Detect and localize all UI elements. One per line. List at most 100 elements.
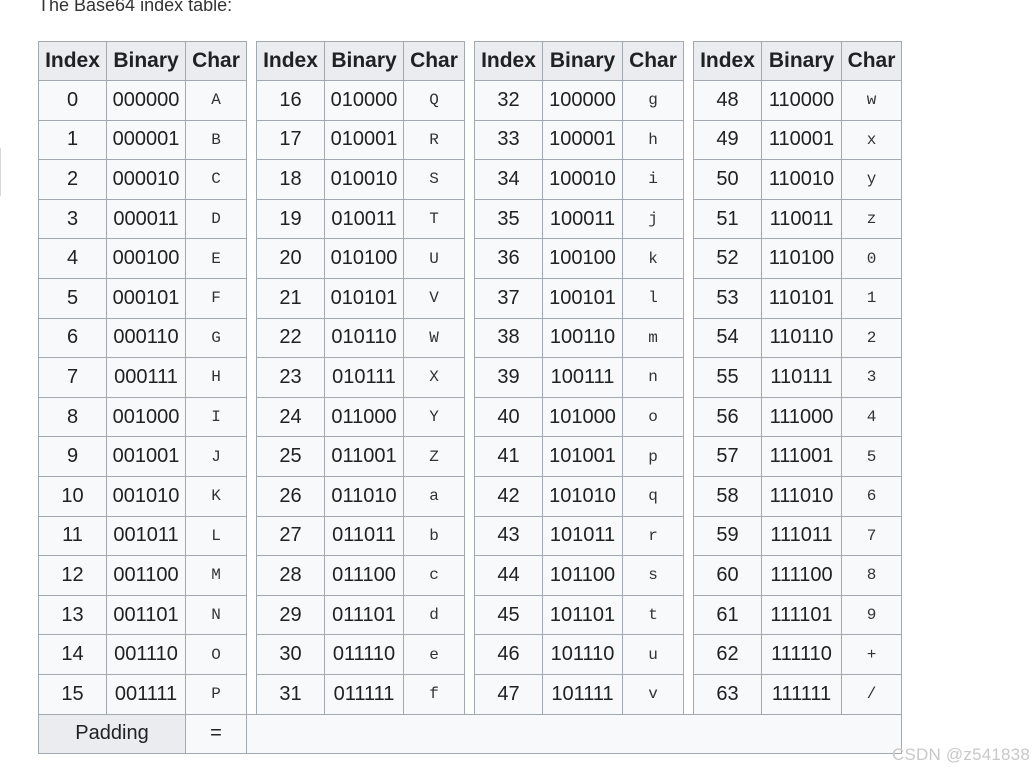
char-cell: D (185, 198, 247, 240)
char-cell: y (841, 159, 902, 200)
binary-cell: 101111 (542, 673, 623, 715)
binary-cell: 010100 (324, 238, 404, 279)
index-cell: 34 (474, 159, 543, 200)
group-gap (246, 516, 257, 556)
index-cell: 23 (256, 357, 325, 398)
group-gap (464, 436, 475, 477)
group-gap (464, 318, 475, 358)
table-row: 12 001100 M 28 011100 c 44 101100 s 60 111100 8 (38, 555, 902, 596)
binary-cell: 100010 (542, 159, 623, 200)
group-gap (683, 80, 694, 121)
char-cell: W (403, 317, 465, 359)
binary-cell: 011110 (324, 634, 404, 675)
char-cell: k (622, 238, 684, 279)
binary-cell: 000100 (106, 238, 186, 279)
char-cell: 1 (841, 277, 902, 319)
char-cell: f (403, 673, 465, 715)
group-gap (246, 318, 257, 358)
group-gap (246, 41, 257, 81)
index-cell: 58 (693, 475, 762, 517)
index-cell: 53 (693, 277, 762, 319)
index-cell: 47 (474, 673, 543, 715)
group-gap (246, 120, 257, 160)
char-cell: O (185, 634, 247, 675)
table-row: 11 001011 L 27 011011 b 43 101011 r 59 111011 7 (38, 515, 902, 557)
index-cell: 28 (256, 555, 325, 596)
index-cell: 5 (38, 277, 107, 319)
char-cell: + (841, 634, 902, 675)
table-row: 13 001101 N 29 011101 d 45 101101 t 61 111101 9 (38, 594, 902, 636)
binary-cell: 101001 (542, 436, 623, 477)
char-cell: Y (403, 396, 465, 438)
char-cell: J (185, 436, 247, 477)
char-cell: 9 (841, 594, 902, 636)
index-cell: 45 (474, 594, 543, 636)
group-gap (464, 674, 475, 714)
index-cell: 44 (474, 555, 543, 596)
binary-cell: 100101 (542, 277, 623, 319)
left-divider (0, 148, 1, 196)
binary-cell: 001010 (106, 475, 186, 517)
index-cell: 21 (256, 277, 325, 319)
binary-cell: 011001 (324, 436, 404, 477)
char-cell: w (841, 80, 902, 121)
index-cell: 8 (38, 396, 107, 438)
char-cell: d (403, 594, 465, 636)
char-cell: 5 (841, 436, 902, 477)
index-cell: 46 (474, 634, 543, 675)
index-cell: 50 (693, 159, 762, 200)
char-cell: x (841, 119, 902, 161)
binary-cell: 001001 (106, 436, 186, 477)
char-cell: 0 (841, 238, 902, 279)
binary-cell: 100011 (542, 198, 623, 240)
index-cell: 3 (38, 198, 107, 240)
group-gap (246, 80, 257, 121)
table-row: 14 001110 O 30 011110 e 46 101110 u 62 111110 + (38, 634, 902, 675)
char-cell: B (185, 119, 247, 161)
group-gap (464, 199, 475, 239)
index-cell: 38 (474, 317, 543, 359)
index-cell: 15 (38, 673, 107, 715)
index-header: Index (693, 41, 762, 81)
group-gap (683, 159, 694, 200)
char-cell: a (403, 475, 465, 517)
index-cell: 49 (693, 119, 762, 161)
index-cell: 31 (256, 673, 325, 715)
group-gap (464, 41, 475, 81)
char-cell: Z (403, 436, 465, 477)
binary-cell: 101011 (542, 515, 623, 557)
group-gap (464, 120, 475, 160)
index-cell: 18 (256, 159, 325, 200)
binary-cell: 111010 (761, 475, 842, 517)
group-gap (464, 397, 475, 437)
char-cell: i (622, 159, 684, 200)
char-cell: K (185, 475, 247, 517)
binary-cell: 010101 (324, 277, 404, 319)
binary-cell: 000000 (106, 80, 186, 121)
index-cell: 40 (474, 396, 543, 438)
index-cell: 59 (693, 515, 762, 557)
char-cell: F (185, 277, 247, 319)
char-cell: z (841, 198, 902, 240)
index-cell: 61 (693, 594, 762, 636)
char-cell: c (403, 555, 465, 596)
char-cell: n (622, 357, 684, 398)
char-header: Char (185, 41, 247, 81)
char-cell: E (185, 238, 247, 279)
binary-cell: 010110 (324, 317, 404, 359)
table-row: 10 001010 K 26 011010 a 42 101010 q 58 111010 6 (38, 475, 902, 517)
index-cell: 1 (38, 119, 107, 161)
group-gap (246, 397, 257, 437)
binary-cell: 000010 (106, 159, 186, 200)
char-cell: p (622, 436, 684, 477)
group-gap (683, 436, 694, 477)
index-header: Index (474, 41, 543, 81)
char-cell: R (403, 119, 465, 161)
padding-char: = (185, 713, 247, 754)
binary-cell: 010010 (324, 159, 404, 200)
char-cell: V (403, 277, 465, 319)
binary-cell: 000110 (106, 317, 186, 359)
group-gap (683, 595, 694, 635)
index-cell: 22 (256, 317, 325, 359)
group-gap (683, 318, 694, 358)
